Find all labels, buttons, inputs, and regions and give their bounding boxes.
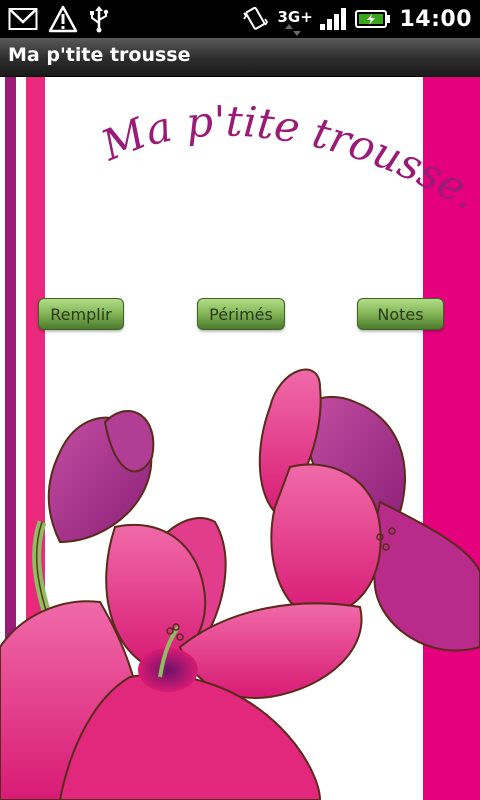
clock: 14:00 [399,6,472,32]
signal-icon [320,8,347,30]
network-indicator: 3G+ [277,0,313,38]
perimes-button[interactable]: Périmés [197,298,285,330]
data-activity-icon [285,24,302,36]
main-content: Ma p'tite trousse... Remplir Périmés Not… [0,77,480,800]
app-title: Ma p'tite trousse [8,44,191,66]
usb-icon [90,6,109,33]
system-icons: 3G+ 14:00 [241,0,472,38]
battery-icon [355,10,391,28]
gmail-icon [8,8,38,30]
vibrate-icon [243,6,269,30]
status-bar: 3G+ 14:00 [0,0,480,38]
notification-icons [8,4,110,34]
notes-button[interactable]: Notes [357,298,444,330]
flower-illustration [0,368,480,800]
banner: Ma p'tite trousse... [0,77,480,219]
title-bar: Ma p'tite trousse [0,38,480,77]
remplir-button[interactable]: Remplir [38,298,124,330]
warning-icon [48,5,78,33]
banner-text: Ma p'tite trousse... [0,77,480,219]
